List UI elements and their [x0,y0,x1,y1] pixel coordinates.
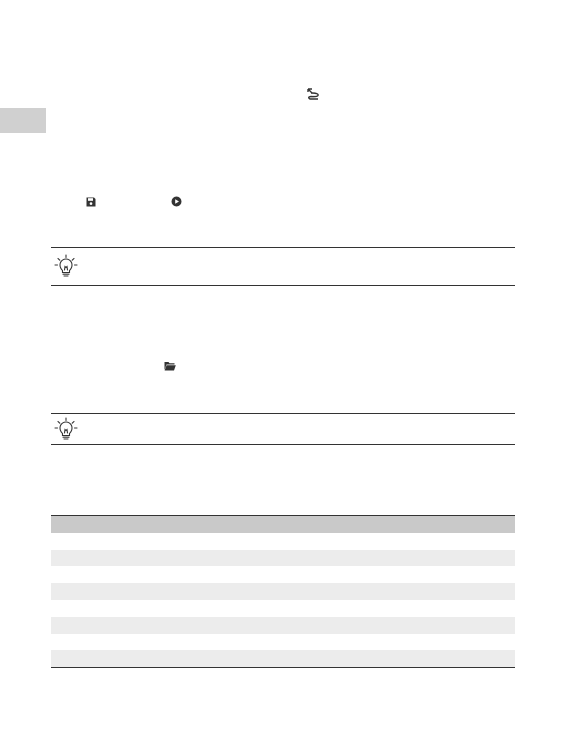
chapter-side-tab [0,108,46,133]
tip-box [51,413,515,445]
table-row [51,532,515,550]
spec-table [51,515,515,669]
play-circle-icon [171,196,182,207]
table-row [51,633,515,651]
save-icon [86,197,96,207]
table-row [51,583,515,600]
lightbulb-tip-icon [54,254,78,277]
table-row [51,566,515,584]
tip-box [51,247,515,286]
lightbulb-tip-icon [54,417,78,440]
table-row [51,616,515,634]
table-row [51,650,515,668]
table-row [51,599,515,617]
table-header-row [51,516,515,533]
table-row [51,549,515,567]
folder-open-icon [164,362,176,371]
waypoint-route-icon [307,88,319,100]
